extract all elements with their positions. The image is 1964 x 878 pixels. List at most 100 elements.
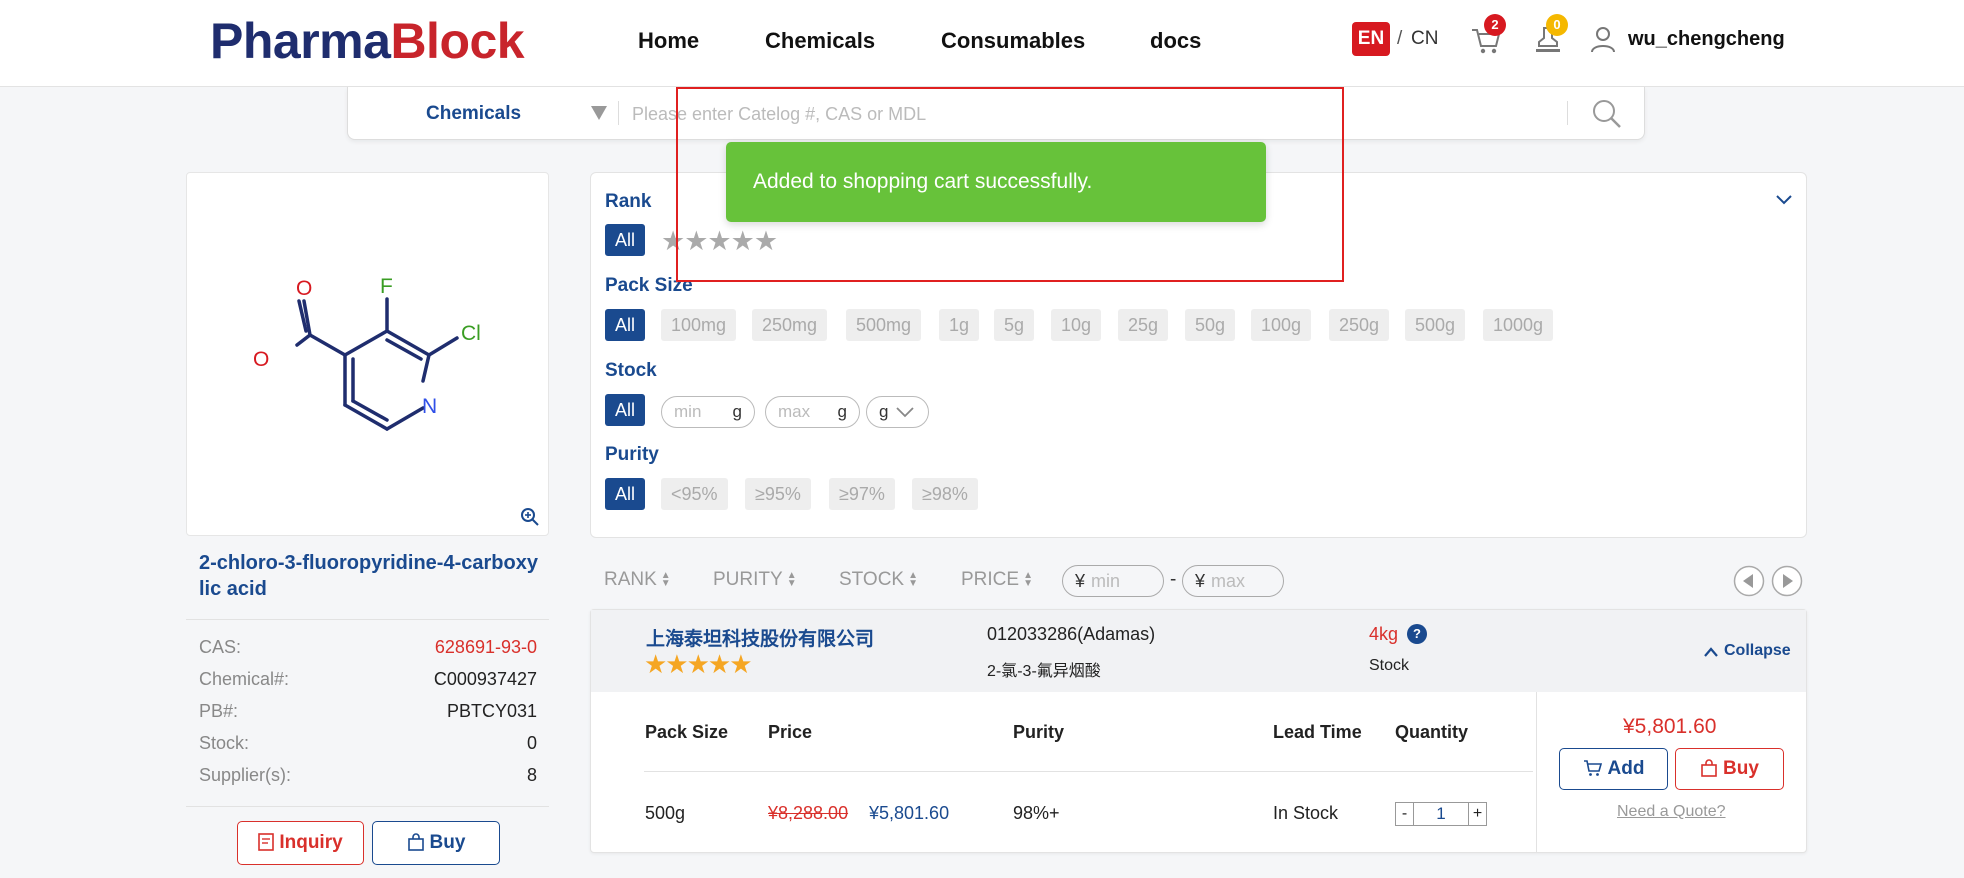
chevron-down-icon [896, 407, 914, 418]
search-icon[interactable] [1590, 97, 1624, 131]
sort-purity[interactable]: PURITY ▲ ▼ [713, 569, 797, 591]
price-min-input[interactable]: ¥ min [1062, 565, 1164, 597]
rank-all-chip[interactable]: All [605, 224, 646, 256]
purity-chip[interactable]: ≥98% [912, 478, 978, 510]
top-header: PharmaBlock Home Chemicals Consumables d… [0, 0, 1964, 87]
pack-size-chip[interactable]: 5g [994, 309, 1035, 341]
info-value: C000937427 [433, 669, 537, 689]
zoom-in-icon[interactable] [520, 507, 540, 527]
pack-size-chip[interactable]: 25g [1118, 309, 1169, 341]
col-header-pack-size: Pack Size [645, 722, 729, 742]
pack-size-all-chip[interactable]: All [605, 309, 646, 341]
pack-size-chip[interactable]: 500g [1405, 309, 1466, 341]
supplier-stock-label: Stock [1369, 657, 1410, 674]
pack-size-chip[interactable]: 100mg [661, 309, 737, 341]
sort-stock-label: STOCK [839, 569, 905, 590]
atom-n: N [422, 395, 437, 418]
supplier-card: 上海泰坦科技股份有限公司 ★★★★★ 012033286(Adamas) 2-氯… [590, 609, 1807, 853]
price-max-placeholder: max [1211, 571, 1246, 591]
supplier-name[interactable]: 上海泰坦科技股份有限公司 [646, 624, 874, 651]
need-quote-link[interactable]: Need a Quote? [1617, 803, 1726, 821]
pack-size-chip[interactable]: 250g [1329, 309, 1390, 341]
stock-min-placeholder: min [674, 402, 702, 421]
info-row-chemical: Chemical#: C000937427 [199, 669, 537, 693]
purity-all-chip[interactable]: All [605, 478, 646, 510]
total-price: ¥5,801.60 [1623, 715, 1717, 738]
info-row-stock: Stock: 0 [199, 733, 537, 757]
search-category-select[interactable]: Chemicals [426, 103, 521, 125]
stock-unit-select[interactable]: g [866, 396, 929, 428]
sort-arrows-icon: ▲ ▼ [1023, 569, 1033, 589]
col-header-quantity: Quantity [1395, 722, 1469, 742]
pack-size-chip[interactable]: 10g [1051, 309, 1102, 341]
nav-home[interactable]: Home [638, 28, 699, 54]
quantity-decrement-button[interactable]: - [1396, 803, 1413, 825]
logo-part-1: Pharma [210, 13, 391, 69]
chevron-down-icon[interactable] [591, 106, 607, 120]
buy-button[interactable]: Buy [372, 821, 500, 865]
col-header-purity: Purity [1013, 722, 1065, 742]
sort-arrows-icon: ▲ ▼ [786, 569, 797, 589]
pack-size-chip[interactable]: 100g [1251, 309, 1312, 341]
atom-cl: Cl [461, 322, 481, 345]
collapse-button[interactable]: Collapse [1703, 642, 1791, 660]
lang-en-button[interactable]: EN [1352, 22, 1390, 56]
atom-o-left: O [253, 348, 269, 371]
chemical-structure-image[interactable]: O F O Cl N [186, 172, 549, 536]
success-toast: Added to shopping cart successfully. [726, 142, 1266, 222]
pack-size-chip[interactable]: 1000g [1483, 309, 1554, 341]
sort-arrows-icon: ▲ ▼ [660, 569, 671, 589]
purity-chip[interactable]: ≥95% [745, 478, 811, 510]
atom-o-top: O [296, 277, 312, 300]
info-label: Stock: [199, 733, 250, 753]
info-row-pb: PB#: PBTCY031 [199, 701, 537, 725]
user-icon[interactable] [1590, 24, 1616, 56]
stock-max-input[interactable]: max g [765, 396, 860, 428]
price-max-input[interactable]: ¥ max [1182, 565, 1284, 597]
next-page-icon[interactable] [1771, 565, 1803, 597]
add-label: Add [1607, 758, 1645, 779]
sort-stock[interactable]: STOCK ▲ ▼ [839, 569, 918, 591]
help-icon[interactable]: ? [1407, 624, 1427, 644]
logo-part-2: Block [390, 13, 525, 69]
buy-now-button[interactable]: Buy [1675, 748, 1784, 790]
purity-chip[interactable]: ≥97% [829, 478, 895, 510]
stock-min-input[interactable]: min g [661, 396, 755, 428]
quantity-increment-button[interactable]: + [1469, 803, 1486, 825]
info-label: CAS: [199, 637, 242, 657]
pharmablock-logo[interactable]: PharmaBlock [210, 12, 525, 70]
stock-all-chip[interactable]: All [605, 394, 646, 426]
nav-chemicals[interactable]: Chemicals [765, 28, 875, 54]
nav-consumables[interactable]: Consumables [941, 28, 1085, 54]
quote-count-badge: 0 [1546, 14, 1568, 36]
sort-arrows-icon: ▲ ▼ [908, 569, 919, 589]
quantity-input[interactable]: 1 [1413, 803, 1469, 825]
pack-size-chip[interactable]: 50g [1185, 309, 1236, 341]
prev-page-icon[interactable] [1733, 565, 1765, 597]
supplier-catalog-number: 012033286(Adamas) [987, 624, 1156, 644]
nav-docs[interactable]: docs [1150, 28, 1201, 54]
buy-now-label: Buy [1723, 758, 1759, 779]
currency-symbol: ¥ [1075, 571, 1086, 591]
row-original-price: ¥8,288.00 [768, 803, 849, 823]
sort-rank[interactable]: RANK ▲ ▼ [604, 569, 671, 591]
row-price: ¥5,801.60 [869, 803, 950, 823]
info-label: Supplier(s): [199, 765, 292, 785]
lang-cn-button[interactable]: CN [1411, 28, 1438, 50]
pack-size-chip[interactable]: 500mg [846, 309, 922, 341]
cas-value[interactable]: 628691-93-0 [435, 637, 537, 658]
sort-price[interactable]: PRICE ▲ ▼ [961, 569, 1033, 591]
purity-chip[interactable]: <95% [661, 478, 728, 510]
chevron-down-icon[interactable] [1774, 193, 1794, 207]
vertical-divider [1536, 692, 1537, 852]
col-header-lead-time: Lead Time [1273, 722, 1362, 742]
inquiry-button[interactable]: Inquiry [237, 821, 364, 865]
bag-icon [1701, 759, 1717, 777]
structure-drawing: O F O Cl N [253, 275, 481, 431]
add-to-cart-button[interactable]: Add [1559, 748, 1668, 790]
stock-unit-value: g [879, 402, 889, 421]
pack-size-chip[interactable]: 250mg [752, 309, 828, 341]
pack-size-chip[interactable]: 1g [939, 309, 980, 341]
sort-rank-label: RANK [604, 569, 657, 590]
username[interactable]: wu_chengcheng [1628, 28, 1785, 51]
